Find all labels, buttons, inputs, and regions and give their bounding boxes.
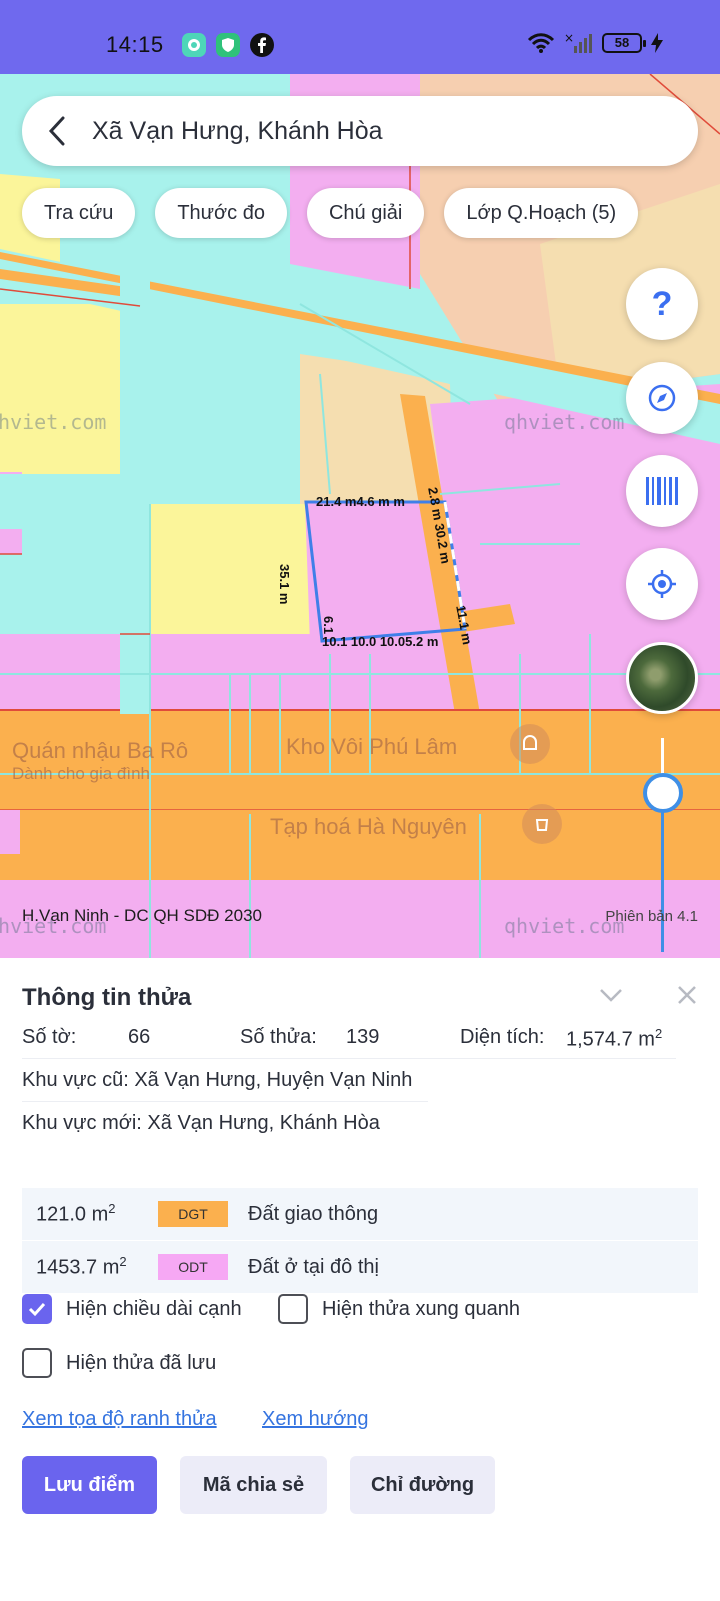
land-code-badge: DGT: [158, 1201, 228, 1227]
close-icon[interactable]: [672, 980, 702, 1010]
barcode-icon: [646, 477, 678, 505]
status-right-group: × 58: [526, 32, 664, 54]
link-parcel-coordinates[interactable]: Xem tọa độ ranh thửa: [22, 1408, 217, 1431]
dien-tich-number: 1,574.7 m: [566, 1028, 655, 1051]
checkbox-show-saved[interactable]: Hiện thửa đã lưu: [22, 1348, 216, 1378]
khu-vuc-cu: Khu vực cũ: Xã Vạn Hưng, Huyện Vạn Ninh: [22, 1069, 413, 1091]
so-thua-label: Số thửa:: [240, 1026, 317, 1048]
compass-icon: [648, 384, 676, 412]
chevron-left-icon[interactable]: [22, 96, 92, 166]
barcode-button[interactable]: [626, 455, 698, 527]
battery-indicator: 58: [602, 33, 646, 53]
locate-icon: [648, 570, 676, 598]
sheet-title: Thông tin thửa: [22, 984, 192, 1011]
help-button[interactable]: ?: [626, 268, 698, 340]
facebook-icon: [250, 33, 274, 57]
poi-label[interactable]: Tạp hoá Hà Nguyên: [270, 814, 467, 840]
so-to-value: 66: [128, 1026, 151, 1048]
check-icon: [28, 1302, 46, 1317]
poi-sublabel: Dành cho gia đình: [12, 764, 150, 783]
compass-button[interactable]: [626, 362, 698, 434]
dimension-left: 35.1 m: [277, 564, 292, 605]
land-area: 121.0 m2: [36, 1201, 116, 1227]
status-bar: 14:15 × 58: [0, 0, 720, 74]
land-area-value: 1453.7 m: [36, 1256, 120, 1279]
checkbox-label: Hiện chiều dài cạnh: [66, 1297, 242, 1320]
signal-icon: ×: [564, 32, 592, 53]
land-code-badge: ODT: [158, 1254, 228, 1280]
svg-text:×: ×: [564, 32, 574, 45]
dien-tich-unit-sup: 2: [654, 1026, 663, 1041]
directions-button[interactable]: Chỉ đường: [350, 1456, 495, 1514]
chat-app-icon: [182, 33, 206, 57]
dimension-bottom: 10.1 10.0 10.05.2 m: [322, 634, 439, 649]
checkbox-unchecked[interactable]: [278, 1294, 308, 1324]
chip-lop-quy-hoach[interactable]: Lớp Q.Hoạch (5): [444, 188, 639, 238]
land-use-table: 121.0 m2 DGT Đất giao thông 1453.7 m2 OD…: [22, 1188, 698, 1294]
checkbox-show-edge-length[interactable]: Hiện chiều dài cạnh: [22, 1294, 242, 1324]
land-area-value: 121.0 m: [36, 1203, 109, 1226]
dien-tich-label: Diện tích:: [460, 1026, 545, 1048]
poi-label[interactable]: Quán nhậu Ba Rô: [12, 738, 188, 764]
so-to-label: Số tờ:: [22, 1026, 77, 1048]
charging-icon: [651, 33, 663, 53]
land-area: 1453.7 m2: [36, 1254, 127, 1280]
land-use-row: 121.0 m2 DGT Đất giao thông: [22, 1188, 698, 1240]
divider: [22, 1101, 428, 1102]
checkbox-label: Hiện thửa đã lưu: [66, 1351, 217, 1374]
land-use-row: 1453.7 m2 ODT Đất ở tại đô thị: [22, 1241, 698, 1293]
dimension-bottom-left: 6.1: [321, 616, 336, 635]
poi-pin-icon[interactable]: [510, 724, 550, 764]
checkbox-unchecked[interactable]: [22, 1348, 52, 1378]
checkbox-label: Hiện thửa xung quanh: [322, 1297, 520, 1320]
chevron-down-icon[interactable]: [596, 980, 626, 1010]
dien-tich-value: 1,574.7 m2: [566, 1026, 662, 1052]
checkbox-show-surrounding[interactable]: Hiện thửa xung quanh: [278, 1294, 520, 1324]
parcel-info-sheet: Thông tin thửa Số tờ: 66 Số thửa: 139 Di…: [0, 958, 720, 1601]
land-use-name: Đất giao thông: [248, 1202, 379, 1225]
map-version: Phiên bản 4.1: [605, 908, 698, 925]
toolbar-chips: Tra cứu Thước đo Chú giải Lớp Q.Hoạch (5…: [22, 188, 639, 238]
shield-app-icon: [216, 33, 240, 57]
poi-pin-icon[interactable]: [522, 804, 562, 844]
chip-tra-cuu[interactable]: Tra cứu: [22, 188, 136, 238]
checkbox-checked[interactable]: [22, 1294, 52, 1324]
poi-label[interactable]: Kho Vôi Phú Lâm: [286, 734, 457, 760]
divider: [22, 1058, 676, 1059]
map-caption: H.Vạn Ninh - DC QH SDĐ 2030: [22, 906, 262, 925]
satellite-layer-icon[interactable]: [626, 642, 698, 714]
save-point-button[interactable]: Lưu điểm: [22, 1456, 157, 1514]
map-watermark: qhviet.com: [0, 410, 107, 434]
map-watermark: qhviet.com: [504, 410, 625, 434]
land-use-name: Đất ở tại đô thị: [248, 1255, 379, 1278]
land-area-sup: 2: [119, 1254, 127, 1270]
help-icon: ?: [651, 284, 673, 323]
share-code-button[interactable]: Mã chia sẻ: [180, 1456, 327, 1514]
opacity-slider-thumb[interactable]: [643, 773, 683, 813]
land-area-sup: 2: [108, 1201, 116, 1217]
chip-chu-giai[interactable]: Chú giải: [306, 188, 425, 238]
dimension-top: 21.4 m4.6 m m: [316, 494, 405, 509]
chip-thuoc-do[interactable]: Thước đo: [155, 188, 287, 238]
search-query[interactable]: Xã Vạn Hưng, Khánh Hòa: [92, 117, 383, 146]
link-direction[interactable]: Xem hướng: [262, 1408, 369, 1431]
so-thua-value: 139: [346, 1026, 380, 1048]
khu-vuc-moi: Khu vực mới: Xã Vạn Hưng, Khánh Hòa: [22, 1112, 380, 1134]
search-bar[interactable]: Xã Vạn Hưng, Khánh Hòa: [22, 96, 698, 166]
status-time: 14:15: [106, 32, 164, 57]
locate-button[interactable]: [626, 548, 698, 620]
wifi-icon: [527, 33, 555, 53]
